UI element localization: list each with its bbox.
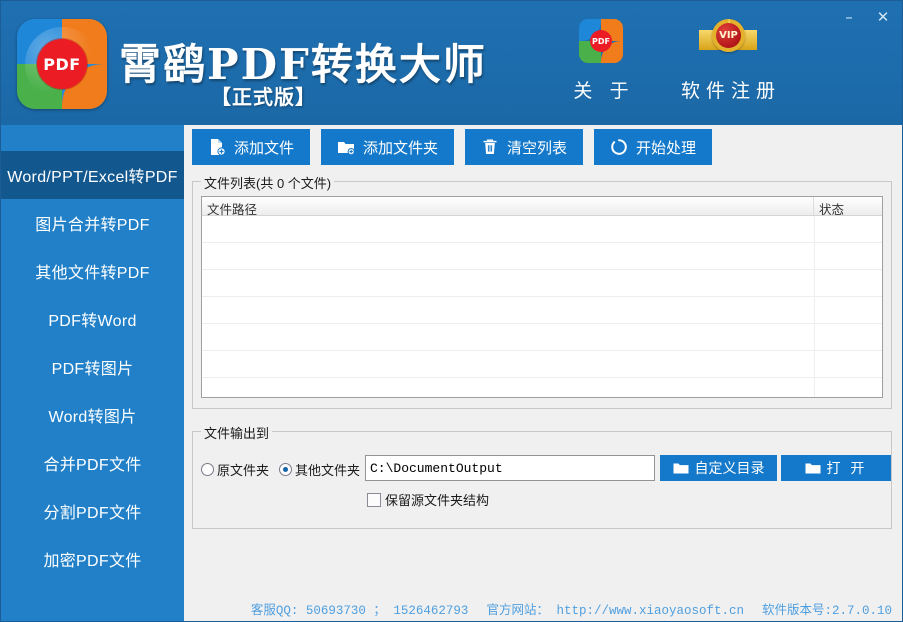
logo-pdf-circle: PDF	[37, 39, 87, 89]
official-website-link[interactable]: 官方网站： http://www.xiaoyaosoft.cn	[486, 599, 744, 618]
file-list-group-label: 文件列表(共 0 个文件)	[201, 173, 334, 192]
minimize-icon[interactable]: –	[834, 5, 864, 29]
sidebar-item-label: PDF转Word	[48, 307, 136, 331]
vip-medal-core: VIP	[716, 23, 741, 48]
folder-open-icon	[805, 462, 821, 475]
table-row[interactable]	[202, 243, 882, 270]
file-list-body	[202, 216, 882, 398]
sidebar-item-merge-pdf[interactable]: 合并PDF文件	[1, 439, 184, 487]
app-logo-square: PDF	[17, 19, 107, 109]
folder-icon	[673, 462, 689, 475]
table-row[interactable]	[202, 270, 882, 297]
status-footer: 客服QQ: 50693730 ； 1526462793 官方网站： http:/…	[184, 594, 902, 622]
output-path-input[interactable]	[365, 455, 655, 481]
start-process-button[interactable]: 开始处理	[594, 129, 712, 165]
add-file-button-label: 添加文件	[234, 137, 294, 158]
output-group: 文件输出到 原文件夹 其他文件夹 自定义目录	[192, 431, 892, 529]
column-header-status[interactable]: 状态	[814, 197, 882, 215]
table-row[interactable]	[202, 216, 882, 243]
vip-text: VIP	[719, 30, 738, 41]
table-row[interactable]	[202, 324, 882, 351]
sidebar-item-label: PDF转图片	[52, 355, 134, 379]
radio-other-folder-label: 其他文件夹	[295, 460, 360, 479]
pdf-app-icon-circle: PDF	[590, 30, 612, 52]
application-window: PDF 霄鹞PDF转换大师 【正式版】 PDF 关 于	[0, 0, 903, 622]
add-folder-icon	[337, 138, 355, 156]
sidebar-item-encrypt-pdf[interactable]: 加密PDF文件	[1, 535, 184, 583]
main-content: 添加文件 添加文件夹 清空列表	[184, 125, 902, 622]
page-subtitle: 【正式版】	[211, 81, 316, 110]
sidebar-item-word-to-image[interactable]: Word转图片	[1, 391, 184, 439]
sidebar: Word/PPT/Excel转PDF 图片合并转PDF 其他文件转PDF PDF…	[1, 125, 184, 622]
table-row[interactable]	[202, 378, 882, 398]
open-folder-button-label: 打 开	[827, 458, 868, 478]
output-target-radio-group: 原文件夹 其他文件夹	[201, 460, 360, 479]
sidebar-item-pdf-to-word[interactable]: PDF转Word	[1, 295, 184, 343]
keep-structure-checkbox[interactable]: 保留源文件夹结构	[367, 490, 489, 509]
clear-list-button[interactable]: 清空列表	[465, 129, 583, 165]
support-qq-text: 客服QQ: 50693730 ； 1526462793	[251, 599, 469, 618]
pdf-app-icon: PDF	[579, 19, 623, 63]
register-button[interactable]: VIP 软件注册	[673, 19, 783, 103]
sidebar-item-label: Word/PPT/Excel转PDF	[7, 163, 177, 187]
radio-original-folder-dot	[201, 463, 214, 476]
sidebar-item-other-files-to-pdf[interactable]: 其他文件转PDF	[1, 247, 184, 295]
radio-original-folder-label: 原文件夹	[217, 460, 269, 479]
start-process-button-label: 开始处理	[636, 137, 696, 158]
open-folder-button[interactable]: 打 开	[781, 455, 891, 481]
table-row[interactable]	[202, 351, 882, 378]
table-row[interactable]	[202, 297, 882, 324]
keep-structure-checkbox-box	[367, 493, 381, 507]
custom-directory-button[interactable]: 自定义目录	[660, 455, 777, 481]
app-header: PDF 霄鹞PDF转换大师 【正式版】 PDF 关 于	[1, 1, 903, 125]
toolbar: 添加文件 添加文件夹 清空列表	[192, 129, 712, 165]
logo-pdf-text: PDF	[43, 55, 80, 74]
file-list-header: 文件路径 状态	[202, 197, 882, 216]
about-button-label: 关 于	[546, 76, 656, 103]
sidebar-item-label: 加密PDF文件	[43, 547, 141, 571]
add-folder-button[interactable]: 添加文件夹	[321, 129, 454, 165]
about-button[interactable]: PDF 关 于	[546, 19, 656, 103]
sidebar-item-label: Word转图片	[48, 403, 136, 427]
add-file-button[interactable]: 添加文件	[192, 129, 310, 165]
sidebar-item-label: 图片合并转PDF	[35, 211, 149, 235]
radio-other-folder-dot	[279, 463, 292, 476]
keep-structure-label: 保留源文件夹结构	[385, 490, 489, 509]
column-header-path[interactable]: 文件路径	[202, 197, 814, 215]
sidebar-item-word-ppt-excel-to-pdf[interactable]: Word/PPT/Excel转PDF	[1, 151, 184, 199]
file-list-table[interactable]: 文件路径 状态	[201, 196, 883, 398]
close-icon[interactable]: ✕	[868, 5, 898, 29]
clear-list-button-label: 清空列表	[507, 137, 567, 158]
version-text: 软件版本号:2.7.0.10	[762, 599, 892, 618]
app-logo: PDF	[17, 19, 107, 109]
trash-icon	[481, 138, 499, 156]
register-button-label: 软件注册	[673, 76, 783, 103]
radio-other-folder[interactable]: 其他文件夹	[279, 460, 360, 479]
add-folder-button-label: 添加文件夹	[363, 137, 438, 158]
sidebar-item-pdf-to-image[interactable]: PDF转图片	[1, 343, 184, 391]
custom-directory-button-label: 自定义目录	[695, 458, 765, 478]
file-list-group: 文件列表(共 0 个文件) 文件路径 状态	[192, 181, 892, 409]
window-controls: – ✕	[834, 5, 898, 29]
add-file-icon	[208, 138, 226, 156]
sidebar-item-label: 合并PDF文件	[43, 451, 141, 475]
vip-badge-icon: VIP	[699, 19, 757, 63]
sidebar-item-label: 其他文件转PDF	[35, 259, 149, 283]
sidebar-item-split-pdf[interactable]: 分割PDF文件	[1, 487, 184, 535]
output-group-label: 文件输出到	[201, 423, 272, 442]
pdf-app-icon-text: PDF	[592, 37, 610, 46]
radio-original-folder[interactable]: 原文件夹	[201, 460, 269, 479]
process-refresh-icon	[610, 138, 628, 156]
sidebar-item-images-to-pdf[interactable]: 图片合并转PDF	[1, 199, 184, 247]
sidebar-item-label: 分割PDF文件	[43, 499, 141, 523]
